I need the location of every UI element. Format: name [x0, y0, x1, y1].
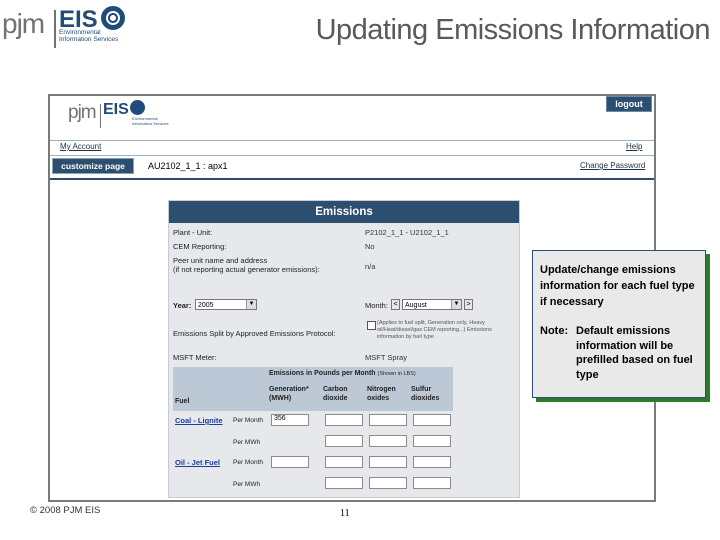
sulfur-dioxides-input[interactable] — [413, 456, 451, 468]
app-globe-icon — [130, 100, 145, 115]
emissions-form: Emissions Plant - Unit: P2102_1_1 - U210… — [168, 200, 520, 498]
month-select[interactable]: August ▼ — [402, 299, 462, 310]
basis-label: Per Month — [233, 417, 263, 424]
year-label: Year: — [173, 301, 192, 310]
table-row: Coal - Lignite Per Month 356 — [173, 411, 453, 431]
nitrogen-oxides-input[interactable] — [369, 456, 407, 468]
nitrogen-oxides-input[interactable] — [369, 477, 407, 489]
cem-reporting-value: No — [365, 242, 375, 251]
msft-meter-label: MSFT Meter: — [173, 353, 217, 362]
callout-note-text: Default emissions information will be pr… — [576, 325, 693, 381]
basis-label: Per MWh — [233, 439, 261, 446]
peer-unit-label: Peer unit name and address — [173, 256, 268, 265]
help-link[interactable]: Help — [626, 142, 642, 151]
carbon-dioxide-input[interactable] — [325, 477, 363, 489]
carbon-column-header: Carbon dioxide — [323, 386, 348, 402]
chevron-down-icon: ▼ — [246, 300, 256, 309]
sulfur-column-header: Sulfur dioxides — [411, 386, 440, 402]
app-logo-subtitle: Environmental Information Services — [132, 116, 169, 126]
emissions-split-checkbox[interactable] — [367, 321, 376, 330]
logo-divider — [54, 10, 56, 48]
peer-unit-label-note: (if not reporting actual generator emiss… — [173, 265, 320, 274]
emissions-table-header: Emissions in Pounds per Month (Shown in … — [173, 367, 453, 411]
fuel-link-coal-lignite[interactable]: Coal - Lignite — [175, 416, 223, 425]
sulfur-dioxides-input[interactable] — [413, 435, 451, 447]
peer-unit-value: n/a — [365, 262, 376, 271]
carbon-dioxide-input[interactable] — [325, 435, 363, 447]
nitrogen-column-header: Nitrogen oxides — [367, 386, 396, 402]
emissions-header-text: Emissions in Pounds per Month — [269, 370, 376, 377]
generation-input[interactable] — [271, 456, 309, 468]
pjm-logo-text: pjm — [2, 8, 45, 39]
logout-button[interactable]: logout — [606, 96, 652, 112]
fuel-column-header: Fuel — [175, 398, 190, 405]
basis-label: Per Month — [233, 459, 263, 466]
emissions-split-description: (Applies to fuel split, Generation only,… — [377, 320, 492, 340]
plant-unit-label: Plant - Unit: — [173, 228, 213, 237]
page-toolbar: customize page AU2102_1_1 : apx1 Change … — [50, 156, 654, 180]
form-title: Emissions — [169, 201, 519, 223]
emissions-split-label: Emissions Split by Approved Emissions Pr… — [173, 329, 336, 338]
unit-identifier: AU2102_1_1 : apx1 — [148, 161, 228, 171]
table-row: Per MWh — [173, 431, 453, 453]
emissions-header-title: Emissions in Pounds per Month (Shown in … — [269, 369, 416, 379]
page-number: 11 — [340, 508, 350, 519]
account-bar: My Account Help — [50, 140, 654, 156]
nitrogen-oxides-input[interactable] — [369, 435, 407, 447]
callout-instruction: Update/change emissions information for … — [540, 264, 695, 308]
callout-note-label: Note: — [540, 325, 569, 337]
month-label: Month: — [365, 301, 388, 310]
month-select-value: August — [405, 302, 427, 309]
basis-label: Per MWh — [233, 481, 261, 488]
previous-month-button[interactable]: < — [391, 299, 400, 310]
next-month-button[interactable]: > — [464, 299, 473, 310]
msft-meter-value: MSFT Spray — [365, 353, 407, 362]
emissions-header-note: (Shown in LBS) — [377, 371, 416, 377]
table-row: Per MWh — [173, 473, 453, 495]
app-eis-logo: EIS — [103, 101, 129, 118]
year-select-value: 2005 — [198, 302, 214, 309]
globe-logo-icon — [101, 6, 125, 30]
app-logo-divider — [100, 104, 101, 128]
my-account-link[interactable]: My Account — [60, 142, 101, 151]
generation-input[interactable]: 356 — [271, 414, 309, 426]
generation-column-header: Generation* (MWH) — [269, 386, 309, 402]
change-password-link[interactable]: Change Password — [580, 161, 645, 170]
sulfur-dioxides-input[interactable] — [413, 477, 451, 489]
sulfur-dioxides-input[interactable] — [413, 414, 451, 426]
customize-page-button[interactable]: customize page — [52, 158, 134, 174]
table-row: Oil - Jet Fuel Per Month — [173, 453, 453, 473]
cem-reporting-label: CEM Reporting: — [173, 242, 227, 251]
nitrogen-oxides-input[interactable] — [369, 414, 407, 426]
carbon-dioxide-input[interactable] — [325, 414, 363, 426]
fuel-link-oil-jet-fuel[interactable]: Oil - Jet Fuel — [175, 458, 220, 467]
eis-logo-subtitle: Environmental Information Services — [59, 29, 119, 43]
carbon-dioxide-input[interactable] — [325, 456, 363, 468]
plant-unit-value: P2102_1_1 - U2102_1_1 — [365, 228, 449, 237]
chevron-down-icon: ▼ — [451, 300, 461, 309]
copyright-text: © 2008 PJM EIS — [30, 505, 101, 516]
app-pjm-logo: pjm — [68, 102, 97, 123]
slide-title: Updating Emissions Information — [315, 14, 711, 46]
year-select[interactable]: 2005 ▼ — [195, 299, 257, 310]
app-header: pjm EIS Environmental Information Servic… — [50, 96, 654, 138]
